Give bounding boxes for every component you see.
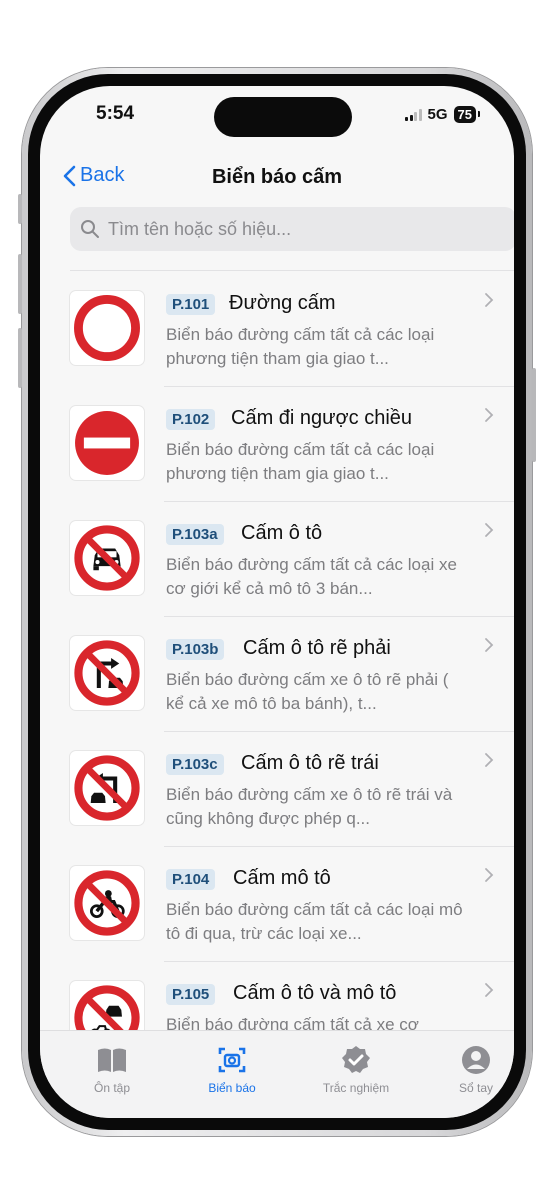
phone-frame: 5:54 5G 75 Back Biển báo cấm Tìm tên hoặ…: [18, 68, 536, 1136]
tab-trac-nghiem[interactable]: Trắc nghiệm: [306, 1045, 406, 1095]
status-indicators: 5G 75: [405, 106, 481, 123]
tab-label: Ôn tập: [93, 1081, 131, 1095]
tab-bien-bao[interactable]: Biển báo: [182, 1045, 282, 1095]
chevron-right-icon: [485, 293, 494, 307]
tab-label: Biển báo: [208, 1081, 256, 1095]
chevron-right-icon: [485, 983, 494, 997]
sign-code: P.104: [166, 869, 216, 890]
battery-icon: 75: [453, 106, 481, 123]
tab-label: Sổ tay: [458, 1081, 494, 1095]
sign-description: Biển báo đường cấm tất cả các loại phươn…: [166, 325, 435, 368]
action-button: [18, 194, 22, 224]
sign-name: Cấm ô tô rẽ trái: [241, 752, 379, 774]
sign-name: Cấm ô tô: [241, 522, 323, 544]
chevron-right-icon: [485, 753, 494, 767]
list-item[interactable]: P.103a Cấm ô tô Biển báo đường cấm tất c…: [40, 502, 514, 617]
sign-description: Biển báo đường cấm tất cả các loại xe cơ…: [166, 555, 457, 598]
sign-description: Biển báo đường cấm tất cả các loại mô tô…: [166, 900, 463, 943]
sign-code: P.103b: [166, 639, 225, 660]
sign-description: Biển báo đường cấm tất cả các loại phươn…: [166, 440, 435, 483]
no-motorbike-icon: [74, 870, 140, 936]
power-button: [532, 368, 536, 462]
book-icon: [98, 1048, 126, 1072]
sign-code: P.101: [166, 294, 216, 315]
sign-name: Đường cấm: [229, 292, 336, 314]
sign-thumbnail: [70, 406, 144, 480]
search-input[interactable]: [106, 217, 510, 241]
volume-up-button: [18, 254, 22, 314]
no-car-right-turn-icon: [74, 640, 140, 706]
sign-thumbnail: [70, 866, 144, 940]
sign-code: P.105: [166, 984, 216, 1005]
sign-name: Cấm mô tô: [233, 867, 331, 889]
sign-name: Cấm đi ngược chiều: [231, 407, 413, 429]
sign-code: P.103c: [166, 754, 224, 775]
chevron-right-icon: [485, 523, 494, 537]
navigation-bar: Back Biển báo cấm: [40, 150, 514, 206]
sign-thumbnail: [70, 636, 144, 710]
sign-thumbnail: [70, 291, 144, 365]
tab-bar: Ôn tập Biển báo Trắc nghiệm Sổ tay: [40, 1030, 514, 1118]
tab-so-tay[interactable]: Sổ tay: [426, 1045, 514, 1095]
search-bar[interactable]: [70, 207, 514, 251]
list-item[interactable]: P.103b Cấm ô tô rẽ phải Biển báo đường c…: [40, 617, 514, 732]
list-item[interactable]: P.104 Cấm mô tô Biển báo đường cấm tất c…: [40, 847, 514, 962]
status-time: 5:54: [96, 103, 135, 124]
page-title: Biển báo cấm: [211, 166, 343, 188]
sign-thumbnail: [70, 521, 144, 595]
list-top-divider: [70, 270, 514, 271]
chevron-right-icon: [485, 868, 494, 882]
sign-name: Cấm ô tô rẽ phải: [243, 637, 391, 659]
list-item[interactable]: P.101 Đường cấm Biển báo đường cấm tất c…: [40, 272, 514, 387]
no-car-left-turn-icon: [74, 755, 140, 821]
no-car-icon: [74, 525, 140, 591]
sign-code: P.102: [166, 409, 216, 430]
dynamic-island: [214, 97, 352, 137]
sign-code: P.103a: [166, 524, 224, 545]
chevron-right-icon: [485, 638, 494, 652]
checkmark-badge-icon: [342, 1046, 370, 1073]
tab-label: Trắc nghiệm: [322, 1081, 390, 1095]
sign-thumbnail: [70, 751, 144, 825]
network-label: 5G: [427, 106, 448, 123]
person-icon: [462, 1046, 490, 1074]
sign-description: Biển báo đường cấm xe ô tô rẽ trái và cũ…: [166, 785, 453, 828]
chevron-right-icon: [485, 408, 494, 422]
list-item[interactable]: P.103c Cấm ô tô rẽ trái Biển báo đường c…: [40, 732, 514, 847]
sign-list: P.101 Đường cấm Biển báo đường cấm tất c…: [40, 272, 514, 1077]
no-entry-icon: [75, 411, 139, 475]
list-item[interactable]: P.102 Cấm đi ngược chiều Biển báo đường …: [40, 387, 514, 502]
search-icon: [81, 220, 99, 238]
bezel: 5:54 5G 75 Back Biển báo cấm Tìm tên hoặ…: [28, 74, 526, 1130]
sign-name: Cấm ô tô và mô tô: [233, 982, 397, 1004]
camera-icon: [218, 1047, 246, 1073]
screen: 5:54 5G 75 Back Biển báo cấm Tìm tên hoặ…: [40, 86, 514, 1118]
tab-on-tap[interactable]: Ôn tập: [62, 1045, 162, 1095]
sign-description: Biển báo đường cấm xe ô tô rẽ phải ( kể …: [166, 670, 449, 713]
no-entry-all-icon: [74, 295, 140, 361]
volume-down-button: [18, 328, 22, 388]
signal-icon: [405, 108, 422, 121]
